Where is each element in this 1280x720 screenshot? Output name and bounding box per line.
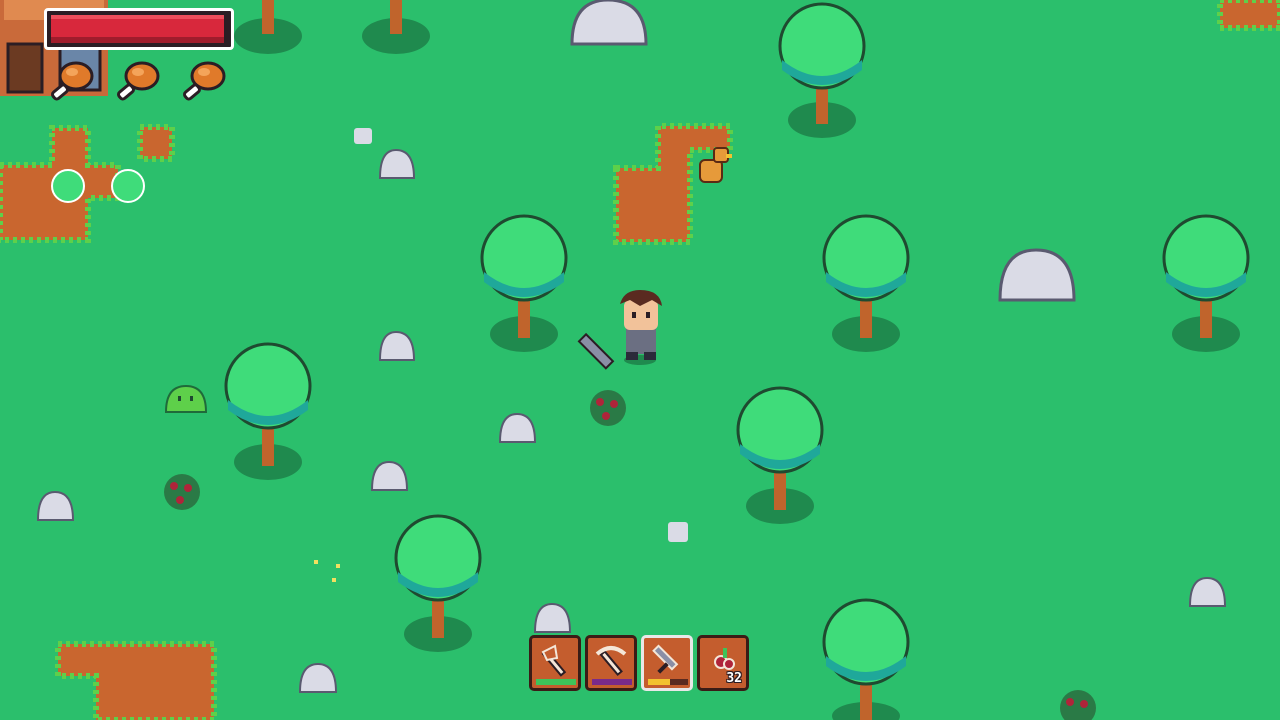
hotbar-slot-2[interactable] <box>585 635 637 691</box>
durability-bar <box>592 679 632 685</box>
tree <box>822 214 910 352</box>
slime-enemy[interactable] <box>164 384 208 413</box>
rock <box>533 602 572 633</box>
rock <box>378 148 416 179</box>
tree <box>778 2 866 138</box>
dirt-patch-top-right <box>1217 0 1280 31</box>
dirt-patch-center-top <box>613 123 733 245</box>
chicken-npc[interactable] <box>699 147 732 183</box>
sword-in-hand <box>577 332 615 370</box>
meat-icon <box>44 58 96 104</box>
game-world[interactable] <box>0 0 1280 720</box>
tree <box>822 598 910 720</box>
bush <box>51 169 85 203</box>
rock <box>36 490 75 521</box>
sparkles <box>314 560 340 582</box>
tree <box>224 342 312 480</box>
large-rock <box>998 248 1076 302</box>
rock <box>498 412 537 443</box>
durability-bar <box>536 679 576 685</box>
meat-icon <box>110 58 162 104</box>
item-count: 32 <box>726 671 742 686</box>
tree <box>394 514 482 652</box>
health-bar-fill <box>51 15 224 43</box>
pickaxe-icon <box>595 646 627 677</box>
large-rock <box>570 0 648 46</box>
tree <box>480 214 568 352</box>
tree <box>362 0 430 54</box>
meat-icon <box>176 58 228 104</box>
rock-debris <box>668 522 688 542</box>
hotbar-slot-3[interactable] <box>641 635 693 691</box>
dirt-patch-bottom-left <box>55 641 217 720</box>
rock <box>370 460 409 491</box>
sword-icon <box>652 644 679 674</box>
dirt-patch-small <box>137 124 175 162</box>
rock <box>378 330 416 361</box>
durability-bar <box>648 679 688 685</box>
tree <box>736 386 824 524</box>
hotbar-slot-4[interactable]: 32 <box>697 635 749 691</box>
rock <box>298 662 338 693</box>
player-character <box>577 290 662 370</box>
rock <box>1188 576 1227 607</box>
axe-icon <box>541 644 567 677</box>
tree <box>1162 214 1250 352</box>
health-bar <box>44 8 234 50</box>
bush <box>111 169 145 203</box>
hotbar-slot-1[interactable] <box>529 635 581 691</box>
rock-debris <box>354 128 372 144</box>
tree <box>234 0 302 54</box>
